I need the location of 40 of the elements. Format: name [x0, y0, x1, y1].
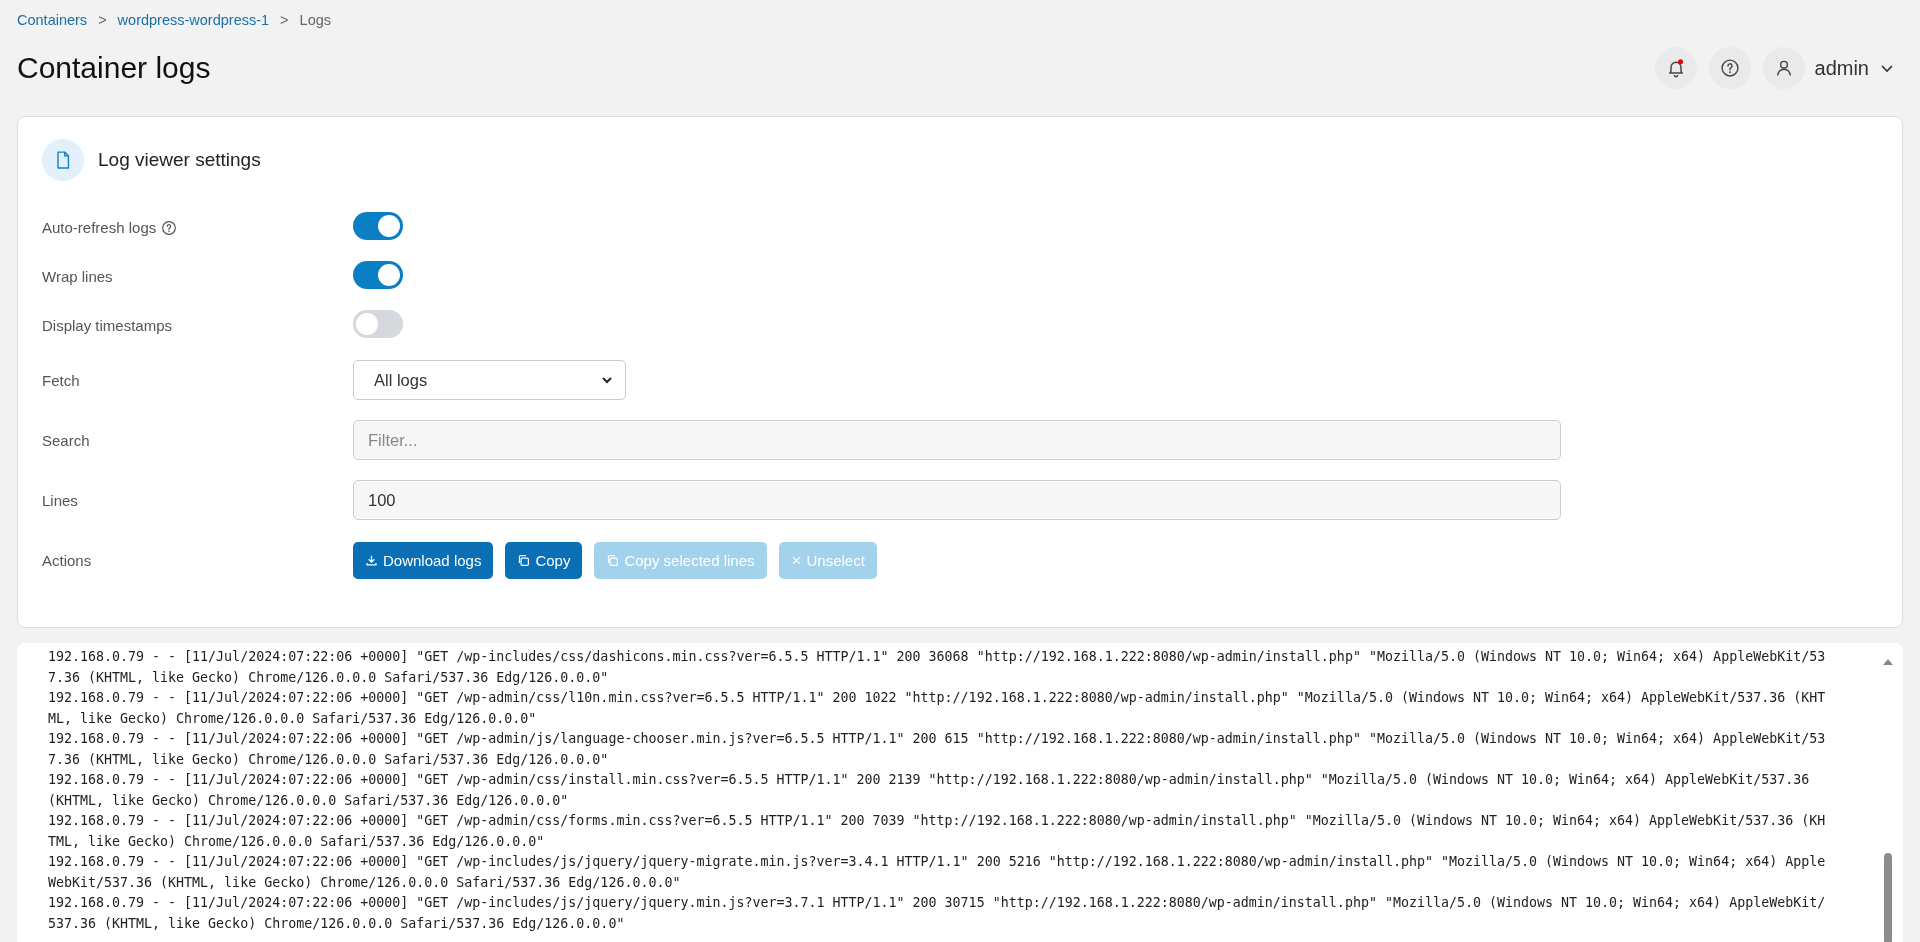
action-button[interactable]: Copy — [505, 541, 583, 579]
text-field[interactable]: 100 — [353, 480, 1561, 520]
toggle-switch[interactable] — [353, 211, 403, 240]
toggle-switch[interactable] — [353, 260, 403, 289]
log-line[interactable]: 192.168.0.79 - - [11/Jul/2024:07:22:06 +0000] "GET /wp-admin/css/l10n.min.css?ver=6.5.5 HTTP/1.1" 200 1022 "http://192.168.1.222:8080/wp-admin/install.php" "Mozilla/5.0 (Windows NT 10.0; Win64; x64) AppleWebKit/537.36 (KHTML, like Gecko) Chrome/126.0.0.0 Safari/537.36 Edg/126.0.0.0" — [48, 688, 1826, 729]
notifications-button[interactable] — [1654, 47, 1697, 89]
chevron-down-icon — [601, 374, 613, 386]
field-label: Search — [42, 431, 90, 449]
page-title: Container logs — [17, 51, 211, 85]
copy-icon — [606, 553, 620, 567]
log-line[interactable]: 192.168.0.79 - - [11/Jul/2024:07:22:06 +0000] "GET /wp-includes/css/dashicons.min.css?ver=6.5.5 HTTP/1.1" 200 36068 "http://192.168.1.222:8080/wp-admin/install.php" "Mozilla/5.0 (Windows NT 10.0; Win64; x64) AppleWebKit/537.36 (KHTML, like Gecko) Chrome/126.0.0.0 Safari/537.36 Edg/126.0.0.0" — [48, 647, 1826, 688]
breadcrumb-link[interactable]: Containers — [17, 12, 88, 28]
help-icon[interactable] — [161, 219, 178, 236]
log-line[interactable]: 192.168.0.79 - - [11/Jul/2024:07:22:06 +0000] "GET /wp-includes/js/jquery/jquery-migrate.min.js?ver=3.4.1 HTTP/1.1" 200 5216 "http://192.168.1.222:8080/wp-admin/install.php" "Mozilla/5.0 (Windows NT 10.0; Win64; x64) AppleWebKit/537.36 (KHTML, like Gecko) Chrome/126.0.0.0 Safari/537.36 Edg/126.0.0.0" — [48, 852, 1826, 893]
action-button[interactable]: Download logs — [353, 541, 494, 579]
text-field[interactable]: Filter... — [353, 420, 1561, 460]
copy-icon — [517, 553, 531, 567]
field-label: Display timestamps — [42, 317, 173, 334]
field-label: Wrap lines — [42, 268, 113, 285]
field-label: Actions — [42, 551, 92, 569]
help-button[interactable] — [1708, 47, 1751, 89]
close-icon — [790, 554, 802, 566]
log-line[interactable]: 192.168.0.79 - - [11/Jul/2024:07:22:06 +0000] "GET /wp-includes/js/jquery/jquery.min.js?ver=3.7.1 HTTP/1.1" 200 30715 "http://192.168.1.222:8080/wp-admin/install.php" "Mozilla/5.0 (Windows NT 10.0; Win64; x64) AppleWebKit/537.36 (KHTML, like Gecko) Chrome/126.0.0.0 Safari/537.36 Edg/126.0.0.0" — [48, 893, 1826, 934]
file-icon — [42, 139, 84, 181]
toggle-switch[interactable] — [353, 309, 403, 338]
log-line[interactable]: 192.168.0.79 - - [11/Jul/2024:07:22:06 +0000] "GET /wp-admin/js/language-chooser.min.js?ver=6.5.5 HTTP/1.1" 200 615 "http://192.168.1.222:8080/wp-admin/install.php" "Mozilla/5.0 (Windows NT 10.0; Win64; x64) AppleWebKit/537.36 (KHTML, like Gecko) Chrome/126.0.0.0 Safari/537.36 Edg/126.0.0.0" — [48, 729, 1826, 770]
field-label: Lines — [42, 491, 78, 509]
card-title: Log viewer settings — [98, 149, 261, 171]
breadcrumb-separator: > — [280, 12, 289, 28]
user-name[interactable]: admin — [1814, 56, 1869, 80]
breadcrumb-link[interactable]: wordpress-wordpress-1 — [117, 12, 270, 28]
breadcrumb-current: Logs — [299, 12, 331, 28]
breadcrumb-separator: > — [98, 12, 107, 28]
help-icon — [1719, 58, 1740, 78]
log-line[interactable]: 192.168.0.79 - - [11/Jul/2024:07:22:06 +0000] "GET /wp-admin/css/forms.min.css?ver=6.5.5 HTTP/1.1" 200 7039 "http://192.168.1.222:8080/wp-admin/install.php" "Mozilla/5.0 (Windows NT 10.0; Win64; x64) AppleWebKit/537.36 (KHTML, like Gecko) Chrome/126.0.0.0 Safari/537.36 Edg/126.0.0.0" — [48, 811, 1826, 852]
field-label: Fetch — [42, 371, 80, 389]
log-line[interactable]: 192.168.0.79 - - [11/Jul/2024:07:22:06 +0000] "GET /wp-admin/css/install.min.css?ver=6.5.5 HTTP/1.1" 200 2139 "http://192.168.1.222:8080/wp-admin/install.php" "Mozilla/5.0 (Windows NT 10.0; Win64; x64) AppleWebKit/537.36 (KHTML, like Gecko) Chrome/126.0.0.0 Safari/537.36 Edg/126.0.0.0" — [48, 770, 1826, 811]
fetch-dropdown[interactable]: All logs — [353, 360, 626, 400]
download-icon — [365, 553, 378, 567]
field-label: Auto-refresh logs — [42, 219, 157, 236]
